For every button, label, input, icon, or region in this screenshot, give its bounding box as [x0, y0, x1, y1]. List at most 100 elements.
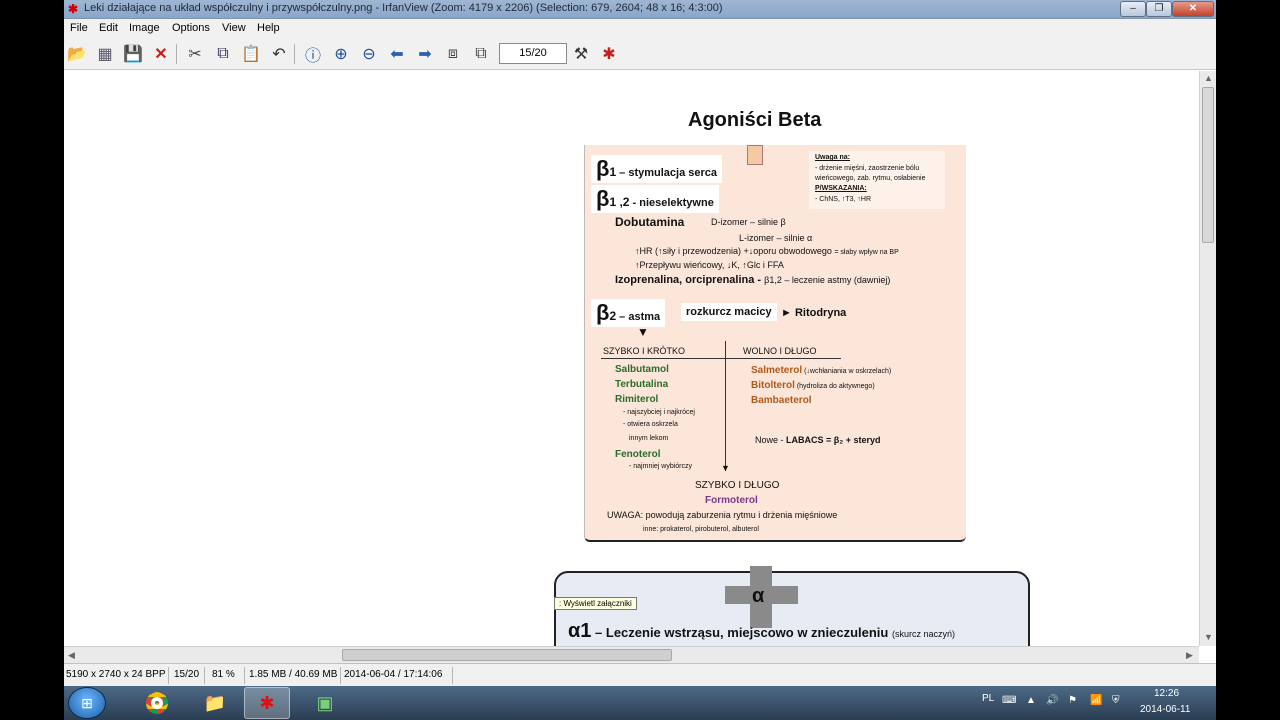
- beta12-row: β1 ,2 - nieselektywne: [591, 185, 719, 213]
- other-drugs-line: inne: prokaterol, pirobuterol, albuterol: [643, 526, 759, 533]
- tray-expand-icon[interactable]: ▲: [1026, 695, 1036, 706]
- maximize-button[interactable]: ❐: [1146, 1, 1172, 17]
- drug-formoterol: Formoterol: [705, 495, 758, 506]
- next-icon[interactable]: ➡: [414, 43, 436, 65]
- status-page: 15/20: [174, 669, 200, 680]
- clock-time[interactable]: 12:26: [1154, 688, 1179, 699]
- drug-dobutamina: Dobutamina: [615, 215, 685, 229]
- language-indicator[interactable]: PL: [982, 693, 994, 704]
- properties-icon[interactable]: ⚒: [570, 43, 592, 65]
- page-number-field[interactable]: 15/20: [499, 43, 567, 64]
- status-zoom: 81 %: [212, 669, 235, 680]
- volume-icon[interactable]: 🔊: [1046, 695, 1058, 706]
- title-bar[interactable]: ✱ Leki działające na układ współczulny i…: [64, 0, 1216, 19]
- scroll-up-icon[interactable]: ▲: [1204, 73, 1213, 83]
- alpha1-desc: – Leczenie wstrząsu, miejscowo w znieczu…: [591, 625, 892, 640]
- fast-long-header: SZYBKO I DŁUGO: [695, 480, 780, 491]
- vertical-scroll-thumb[interactable]: [1202, 87, 1214, 243]
- settings-icon[interactable]: ✱: [598, 43, 620, 65]
- beta-symbol: β: [596, 156, 610, 181]
- vertical-scrollbar[interactable]: ▲ ▼: [1199, 71, 1216, 646]
- menu-options[interactable]: Options: [172, 22, 210, 34]
- scroll-right-icon[interactable]: ▶: [1186, 650, 1193, 661]
- toolbar: 📂 ▦ 💾 ✕ ✂ ⧉ 📋 ↶ ⓘ ⊕ ⊖ ⬅ ➡ ⧈ ⧉ 15/20 ⚒ ✱: [64, 38, 1216, 70]
- zoom-out-icon[interactable]: ⊖: [358, 43, 380, 65]
- delete-icon[interactable]: ✕: [150, 43, 172, 65]
- start-orb-icon[interactable]: ⊞: [68, 687, 106, 719]
- save-icon[interactable]: 💾: [122, 43, 144, 65]
- divider-line: [601, 358, 841, 359]
- open-folder-icon[interactable]: 📂: [66, 43, 88, 65]
- beta-agonists-slide: β1 – stymulacja serca β1 ,2 - nieselekty…: [584, 145, 966, 542]
- beta1-row: β1 – stymulacja serca: [591, 155, 723, 183]
- thumbnails-icon[interactable]: ▦: [94, 43, 116, 65]
- desktop: ✱ Leki działające na układ współczulny i…: [0, 0, 1280, 720]
- hr-line: ↑HR (↑siły i przewodzenia) +↓oporu obwod…: [635, 246, 899, 256]
- chrome-icon[interactable]: [134, 687, 180, 719]
- last-page-icon[interactable]: ⧉: [470, 43, 492, 65]
- menu-image[interactable]: Image: [129, 22, 160, 34]
- previous-icon[interactable]: ⬅: [386, 43, 408, 65]
- first-page-icon[interactable]: ⧈: [442, 43, 464, 65]
- rimiterol-note: - otwiera oskrzela: [623, 421, 678, 428]
- file-explorer-icon[interactable]: 📁: [192, 687, 238, 719]
- menu-help[interactable]: Help: [257, 22, 280, 34]
- beta-symbol: β: [596, 300, 610, 325]
- status-separator: [452, 667, 453, 684]
- status-separator: [340, 667, 341, 684]
- new-label: Nowe -: [755, 435, 787, 445]
- minimize-button[interactable]: –: [1120, 1, 1146, 17]
- note-heading: Uwaga na:: [815, 154, 851, 161]
- attachment-tooltip: : Wyświetl załączniki: [554, 597, 637, 610]
- alpha1-label: α1: [568, 620, 592, 642]
- beta2-label: – astma: [616, 311, 661, 323]
- salmeterol-note: (↓wchłaniania w oskrzelach): [802, 368, 892, 375]
- copy-icon[interactable]: ⧉: [212, 43, 234, 65]
- horizontal-scrollbar[interactable]: ◀ ▶: [64, 646, 1199, 663]
- rimiterol-note: - najszybciej i najkrócej: [623, 409, 695, 416]
- drug-rimiterol: Rimiterol: [615, 394, 659, 405]
- note-line: - drżenie mięśni, zaostrzenie bólu: [815, 165, 920, 172]
- menu-bar: File Edit Image Options View Help: [64, 19, 1216, 38]
- info-icon[interactable]: ⓘ: [302, 43, 324, 65]
- irfanview-app-icon[interactable]: ✱: [66, 2, 80, 16]
- scroll-left-icon[interactable]: ◀: [68, 650, 75, 661]
- alpha1-note: (skurcz naczyń): [891, 629, 955, 639]
- status-dimensions: 5190 x 2740 x 24 BPP: [66, 669, 166, 680]
- close-button[interactable]: ✕: [1172, 1, 1214, 17]
- warning-line: UWAGA: powodują zaburzenia rytmu i drżen…: [607, 510, 838, 520]
- cut-icon[interactable]: ✂: [184, 43, 206, 65]
- undo-icon[interactable]: ↶: [268, 43, 290, 65]
- bitolterol-note: (hydroliza do aktywnego): [794, 383, 875, 390]
- keyboard-icon[interactable]: ⌨: [1002, 695, 1016, 706]
- drug-bitolterol: Bitolterol: [751, 380, 795, 391]
- drug-bambaeterol: Bambaeterol: [751, 395, 812, 406]
- menu-view[interactable]: View: [222, 22, 246, 34]
- d-izomer-line: D-izomer – silnie β: [711, 217, 786, 227]
- status-size: 1.85 MB / 40.69 MB: [249, 669, 338, 680]
- warning-note: Uwaga na: - drżenie mięśni, zaostrzenie …: [809, 151, 945, 209]
- alpha-symbol: α: [752, 585, 765, 607]
- zoom-in-icon[interactable]: ⊕: [330, 43, 352, 65]
- app-task-icon[interactable]: ▣: [302, 687, 348, 719]
- security-icon[interactable]: ⛨: [1112, 695, 1120, 706]
- irfanview-task-icon[interactable]: ✱: [244, 687, 290, 719]
- drug-salmeterol: Salmeterol: [751, 365, 803, 376]
- izoprenalina-label: Izoprenalina, orciprenalina -: [615, 274, 765, 286]
- labacs-row: Nowe - LABACS = β₂ + steryd: [755, 435, 881, 445]
- horizontal-scroll-thumb[interactable]: [342, 649, 672, 661]
- menu-file[interactable]: File: [70, 22, 88, 34]
- rimiterol-note: innym lekom: [629, 435, 669, 442]
- irfanview-window: ✱ Leki działające na układ współczulny i…: [64, 0, 1216, 686]
- clock-date[interactable]: 2014-06-11: [1140, 704, 1190, 715]
- salmeterol-row: Salmeterol (↓wchłaniania w oskrzelach): [751, 365, 891, 376]
- window-title: Leki działające na układ współczulny i p…: [84, 2, 723, 14]
- scroll-down-icon[interactable]: ▼: [1204, 632, 1213, 642]
- menu-edit[interactable]: Edit: [99, 22, 118, 34]
- fast-short-header: SZYBKO I KRÓTKO: [603, 346, 686, 356]
- network-icon[interactable]: 📶: [1090, 695, 1102, 706]
- image-viewport[interactable]: Agoniści Beta β1 – stymulacja serca β1 ,…: [64, 71, 1199, 646]
- beta-symbol: β: [596, 186, 610, 211]
- action-center-icon[interactable]: ⚑: [1068, 695, 1077, 706]
- paste-icon[interactable]: 📋: [240, 43, 262, 65]
